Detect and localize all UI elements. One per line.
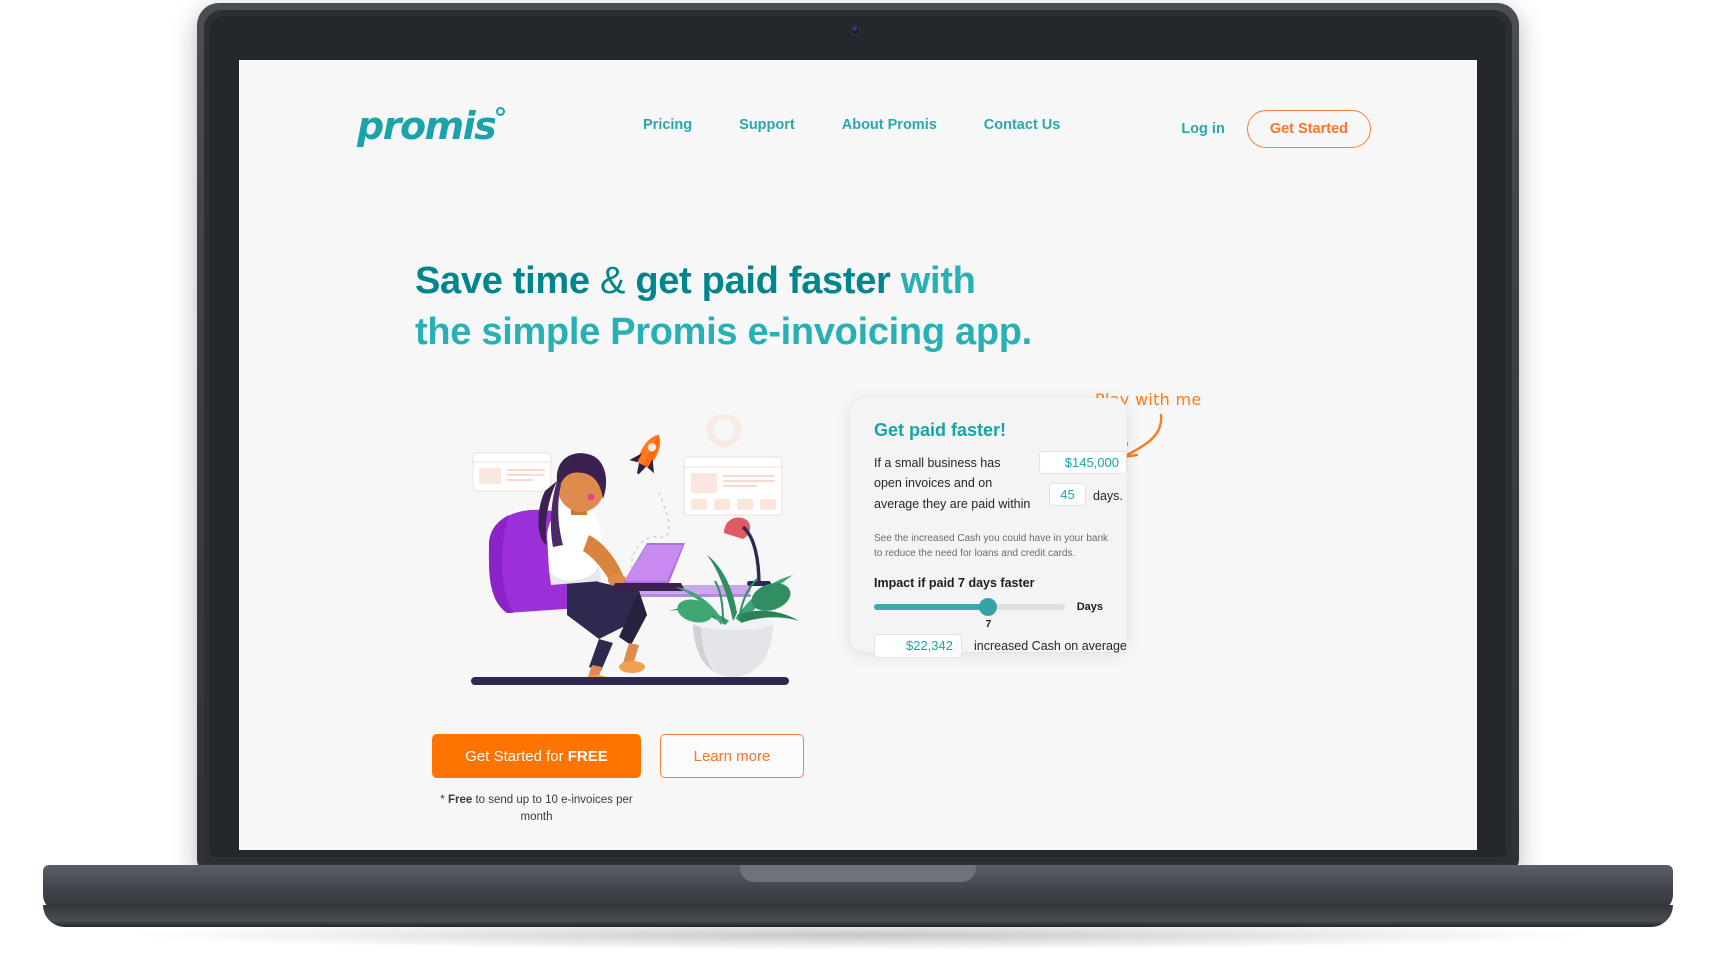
logo[interactable]: promis <box>357 104 497 148</box>
sentence-line-2: open invoices and on <box>874 476 993 491</box>
days-suffix-label: days. <box>1093 489 1123 503</box>
laptop-icon <box>611 543 685 591</box>
header-actions: Log in Get Started <box>1181 110 1371 148</box>
open-invoices-amount-input[interactable] <box>1039 451 1127 474</box>
note-star: * <box>440 794 448 806</box>
slider-unit-label: Days <box>1076 600 1103 613</box>
webcam-icon <box>850 25 861 36</box>
calculator-card: Get paid faster! If a small business has… <box>850 398 1127 658</box>
headline-line-2: the simple Promis e-invoicing app. <box>415 310 1032 353</box>
plant <box>669 555 799 677</box>
cta-primary-prefix: Get Started for <box>465 747 568 765</box>
site-header: promis Pricing Support About Promis Cont… <box>239 60 1477 190</box>
decorative-card-right <box>683 456 783 516</box>
headline-ampersand: & <box>589 260 636 302</box>
page-title: Save time & get paid faster with the sim… <box>415 256 1032 358</box>
increased-cash-label: increased Cash on average <box>974 638 1127 653</box>
main-nav: Pricing Support About Promis Contact Us <box>643 117 1060 133</box>
headline-with: with <box>890 260 976 302</box>
laptop-mockup: promis Pricing Support About Promis Cont… <box>0 0 1716 978</box>
days-slider-row: 7 Days <box>874 597 1103 630</box>
days-slider[interactable]: 7 <box>874 597 1065 630</box>
logo-dot-icon <box>496 107 505 116</box>
impact-label: Impact if paid 7 days faster <box>874 575 1035 590</box>
payment-days-input[interactable] <box>1049 483 1086 506</box>
slider-fill <box>874 603 989 610</box>
calculator-title: Get paid faster! <box>874 420 1007 440</box>
calculator-help-text: See the increased Cash you could have in… <box>874 532 1109 559</box>
sentence-line-1: If a small business has <box>874 456 1001 470</box>
laptop-hinge-notch <box>740 865 976 882</box>
nav-item-pricing[interactable]: Pricing <box>643 117 692 133</box>
nav-item-support[interactable]: Support <box>739 117 795 133</box>
nav-item-contact-us[interactable]: Contact Us <box>984 117 1061 133</box>
get-started-free-button[interactable]: Get Started for FREE <box>432 734 641 778</box>
headline-bold-get-paid-faster: get paid faster <box>635 260 891 302</box>
sentence-line-3: average they are paid within <box>874 496 1031 511</box>
gear-icon <box>706 412 742 448</box>
get-started-button[interactable]: Get Started <box>1246 110 1371 148</box>
cta-primary-strong: FREE <box>567 747 608 765</box>
slider-thumb[interactable] <box>979 597 998 616</box>
slider-value-label: 7 <box>985 617 992 630</box>
note-strong: Free <box>447 794 473 806</box>
floor-line <box>471 677 789 685</box>
decorative-card-left <box>472 452 552 492</box>
learn-more-button[interactable]: Learn more <box>660 734 804 778</box>
increased-cash-output[interactable] <box>874 633 962 658</box>
free-plan-note: * Free to send up to 10 e-invoices per m… <box>432 792 641 825</box>
webpage: promis Pricing Support About Promis Cont… <box>239 60 1477 850</box>
nav-item-about-promis[interactable]: About Promis <box>842 117 937 133</box>
rocket-icon <box>629 434 661 475</box>
laptop-screen: promis Pricing Support About Promis Cont… <box>239 60 1477 850</box>
desk-lamp-icon <box>724 517 771 586</box>
note-rest: to send up to 10 e-invoices per month <box>472 794 633 823</box>
result-row: increased Cash on average <box>874 633 1127 658</box>
login-link[interactable]: Log in <box>1181 121 1225 137</box>
hero-illustration <box>471 412 801 687</box>
calculator-sentence: If a small business has open invoices an… <box>874 451 1127 514</box>
cta-row: Get Started for FREE Learn more <box>432 734 804 778</box>
laptop-shadow <box>120 920 1600 950</box>
headline-bold-save-time: Save time <box>415 260 590 302</box>
